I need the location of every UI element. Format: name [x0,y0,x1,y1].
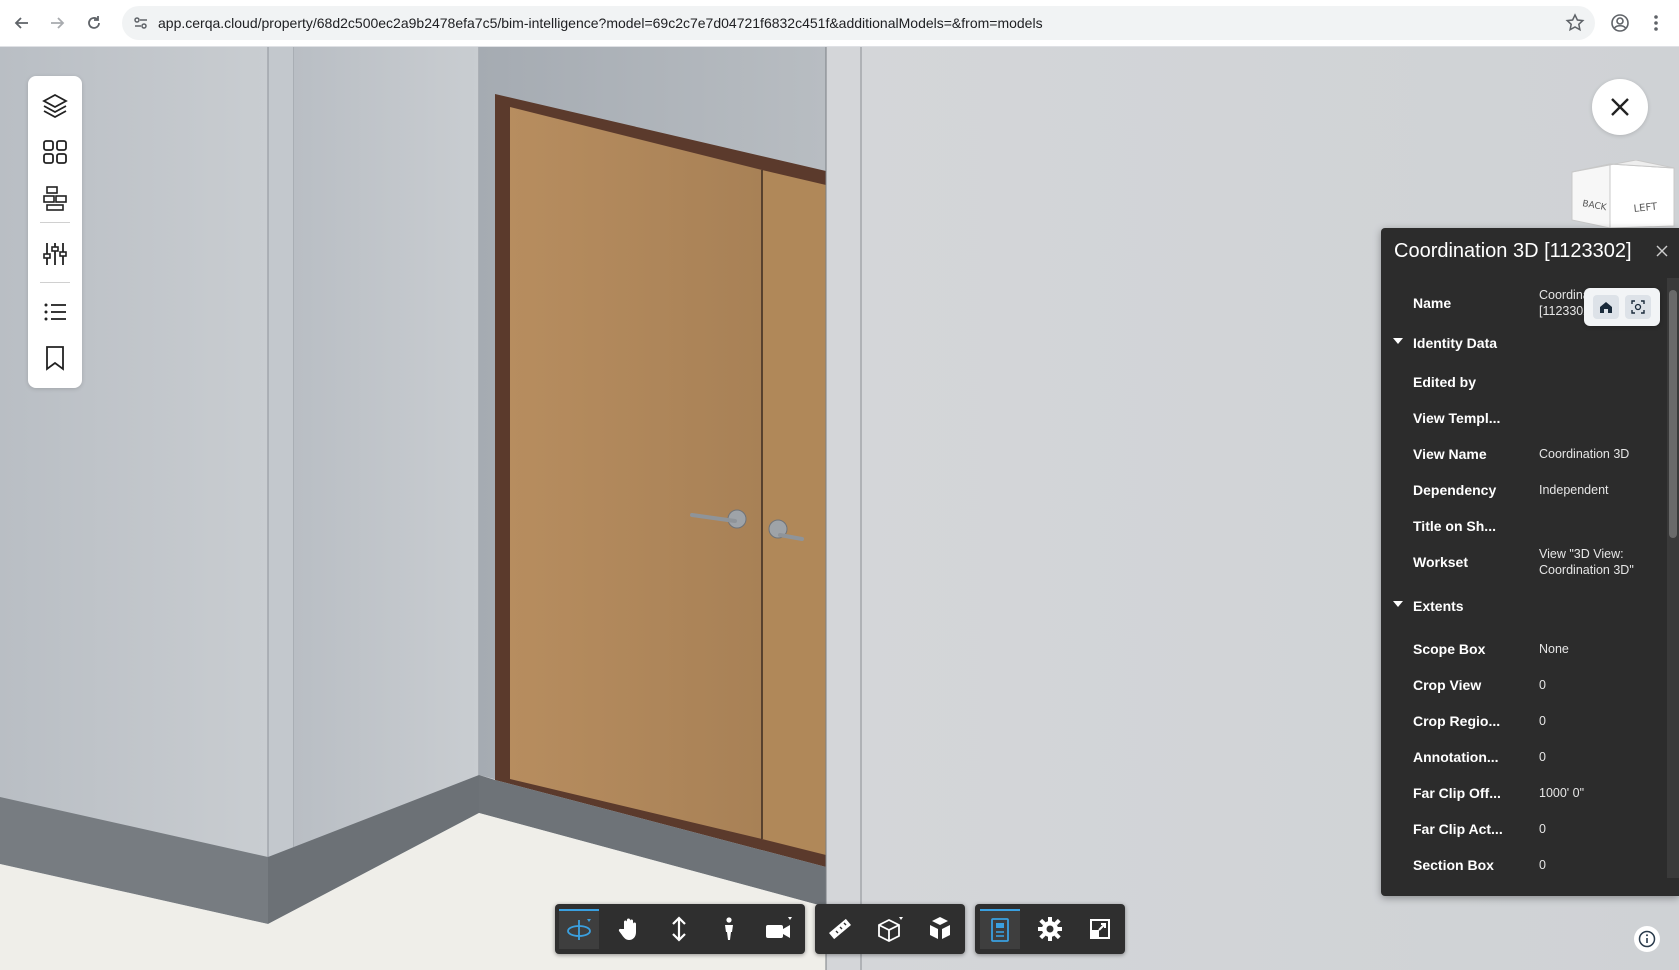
kebab-menu-icon[interactable] [1641,8,1671,38]
property-name: Annotation... [1413,749,1499,765]
model-browser-icon[interactable] [980,909,1020,949]
property-name: Workset [1413,554,1468,570]
property-name: Far Clip Act... [1413,821,1503,837]
section-box-icon[interactable] [870,909,910,949]
property-row[interactable]: View Templ... [1381,400,1666,436]
measure-icon[interactable] [820,909,860,949]
group-header-identity-data[interactable]: Identity Data [1381,325,1666,361]
close-icon[interactable] [1653,242,1671,260]
fullscreen-icon[interactable] [1080,909,1120,949]
model-tree-icon[interactable] [39,182,71,214]
property-row[interactable]: Scope Box None [1381,631,1666,667]
browser-toolbar: app.cerqa.cloud/property/68d2c500ec2a9b2… [0,0,1679,47]
property-name: Far Clip Off... [1413,785,1501,801]
property-name: Dependency [1413,482,1497,498]
caret-down-icon [1393,338,1403,344]
view-cube-left-face[interactable] [1609,163,1675,229]
properties-scrollbar-thumb[interactable] [1669,290,1677,538]
property-name: Name [1413,295,1452,311]
property-row[interactable]: View Name Coordination 3D [1381,436,1666,472]
property-row[interactable]: Crop View 0 [1381,667,1666,703]
property-value [1539,400,1661,436]
forward-arrow-icon[interactable] [42,8,72,38]
property-value [1539,508,1661,544]
fit-view-button[interactable] [1625,295,1651,319]
property-value: Coordination 3D [1539,447,1630,461]
properties-panel: Coordination 3D [1123302] Name Coordinat… [1381,228,1679,896]
property-row[interactable]: Edited by [1381,364,1666,400]
site-info-icon[interactable] [132,14,150,37]
property-value: None [1539,642,1569,656]
pan-hand-icon[interactable] [609,909,649,949]
property-value: 0 [1539,714,1546,728]
analysis-tools-group [815,904,965,954]
property-value: View "3D View: Coordination 3D" [1539,547,1634,577]
property-name: View Name [1413,446,1487,462]
bookmark-icon[interactable] [39,342,71,374]
view-mini-controls [1584,288,1660,326]
properties-title: Coordination 3D [1123302] [1394,240,1632,262]
left-toolbar [28,76,82,388]
focus-icon [1631,300,1645,314]
toolbar-divider [40,222,70,223]
view-cube-back-face[interactable] [1571,163,1611,229]
property-name: Section Box [1413,857,1494,873]
first-person-icon[interactable] [709,909,749,949]
bookmark-star-icon[interactable] [1565,13,1585,38]
property-row[interactable]: Crop Regio... 0 [1381,703,1666,739]
toolbar-divider [40,282,70,283]
info-button[interactable] [1634,926,1660,952]
property-value: 1000' 0" [1539,786,1585,800]
property-row[interactable]: Title on Sh... [1381,508,1666,544]
property-row[interactable]: Annotation... 0 [1381,739,1666,775]
camera-icon[interactable] [759,909,799,949]
property-row[interactable]: Far Clip Act... 0 [1381,811,1666,847]
info-icon [1638,930,1656,948]
close-viewer-button[interactable] [1592,79,1648,135]
property-value: 0 [1539,822,1546,836]
property-row[interactable]: Far Clip Off... 1000' 0" [1381,775,1666,811]
group-label: Extents [1413,598,1464,614]
property-name: Title on Sh... [1413,518,1496,534]
view-settings-group [975,904,1125,954]
property-value [1539,364,1661,400]
properties-list: Name Coordination 3D [1123302] Identity … [1381,278,1666,888]
property-row[interactable]: Section Box 0 [1381,847,1666,883]
close-icon [1611,98,1629,116]
caret-down-icon [1393,601,1403,607]
property-name: View Templ... [1413,410,1501,426]
home-view-button[interactable] [1593,295,1619,319]
home-icon [1600,302,1612,313]
url-text: app.cerqa.cloud/property/68d2c500ec2a9b2… [158,15,1043,31]
property-name: Crop View [1413,677,1482,693]
layers-icon[interactable] [39,90,71,122]
settings-gear-icon[interactable] [1030,909,1070,949]
property-value: Independent [1539,483,1609,497]
property-row[interactable]: Dependency Independent [1381,472,1666,508]
grid-icon[interactable] [39,136,71,168]
zoom-icon[interactable] [659,909,699,949]
view-cube[interactable]: BACK LEFT [1570,159,1678,230]
explode-icon[interactable] [920,909,960,949]
reload-icon[interactable] [79,8,109,38]
property-value: 0 [1539,750,1546,764]
back-arrow-icon[interactable] [7,8,37,38]
group-label: Identity Data [1413,335,1498,351]
group-header-extents[interactable]: Extents [1381,588,1666,624]
address-bar[interactable]: app.cerqa.cloud/property/68d2c500ec2a9b2… [122,6,1595,40]
property-value: 0 [1539,858,1546,872]
property-row[interactable]: Workset View "3D View: Coordination 3D" [1381,544,1666,580]
property-name: Crop Regio... [1413,713,1501,729]
navigation-tools-group [555,904,805,954]
profile-icon[interactable] [1605,8,1635,38]
property-name: Edited by [1413,374,1477,390]
property-value: 0 [1539,678,1546,692]
sliders-icon[interactable] [39,238,71,270]
list-icon[interactable] [39,296,71,328]
property-name: Scope Box [1413,641,1486,657]
orbit-icon[interactable] [559,909,599,949]
